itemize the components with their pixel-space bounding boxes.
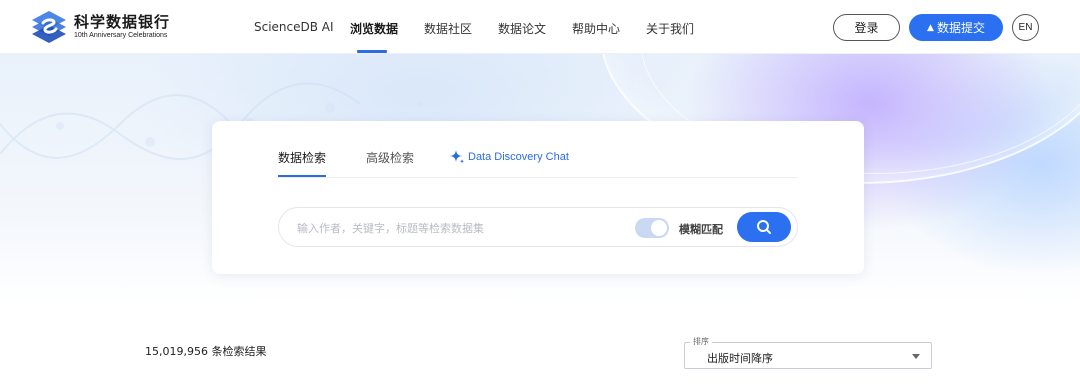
search-card: 数据检索 高级检索 Data Discovery Chat 模糊匹配 [212,121,864,274]
sort-label: 排序 [690,337,712,347]
nav-item-browse-data[interactable]: 浏览数据 [350,20,398,37]
language-label: EN [1018,22,1033,33]
nav-item-about-us[interactable]: 关于我们 [646,20,694,37]
results-count: 15,019,956 条检索结果 [145,345,267,358]
search-button[interactable] [737,212,791,242]
tab-advanced-search[interactable]: 高级检索 [366,149,414,166]
search-box: 模糊匹配 [278,207,798,247]
brand-subtitle: 10th Anniversary Celebrations [74,32,168,39]
nav-active-indicator [357,50,387,53]
logo-icon [32,11,66,43]
sort-select[interactable]: 排序 出版时间降序 [684,337,932,369]
brand-title: 科学数据银行 [74,13,171,31]
tab-divider [278,177,798,178]
tab-active-indicator [278,175,326,177]
sort-value: 出版时间降序 [707,352,773,365]
upload-icon: ▲ [927,22,934,33]
search-input[interactable] [297,218,627,238]
submit-data-button[interactable]: ▲ 数据提交 [909,14,1003,41]
language-toggle-button[interactable]: EN [1012,14,1039,41]
nav-item-community[interactable]: 数据社区 [424,20,472,37]
fuzzy-match-label: 模糊匹配 [679,223,723,236]
login-button[interactable]: 登录 [833,14,900,41]
submit-data-label: 数据提交 [936,21,985,35]
nav-item-sciencedb-ai[interactable]: ScienceDB AI [254,20,334,34]
sparkle-icon [450,150,464,164]
toggle-knob [651,220,667,236]
nav-item-help-center[interactable]: 帮助中心 [572,20,620,37]
site-logo[interactable]: 科学数据银行 10th Anniversary Celebrations [30,9,170,45]
site-header: 科学数据银行 10th Anniversary Celebrations Sci… [0,0,1080,54]
tab-chat-label: Data Discovery Chat [468,151,569,163]
tab-data-search[interactable]: 数据检索 [278,149,326,166]
login-button-label: 登录 [854,21,879,35]
fuzzy-match-toggle[interactable] [635,218,669,238]
chevron-down-icon [912,354,920,359]
tab-data-discovery-chat[interactable]: Data Discovery Chat [449,149,569,165]
nav-item-data-papers[interactable]: 数据论文 [498,20,546,37]
search-icon [757,220,771,234]
